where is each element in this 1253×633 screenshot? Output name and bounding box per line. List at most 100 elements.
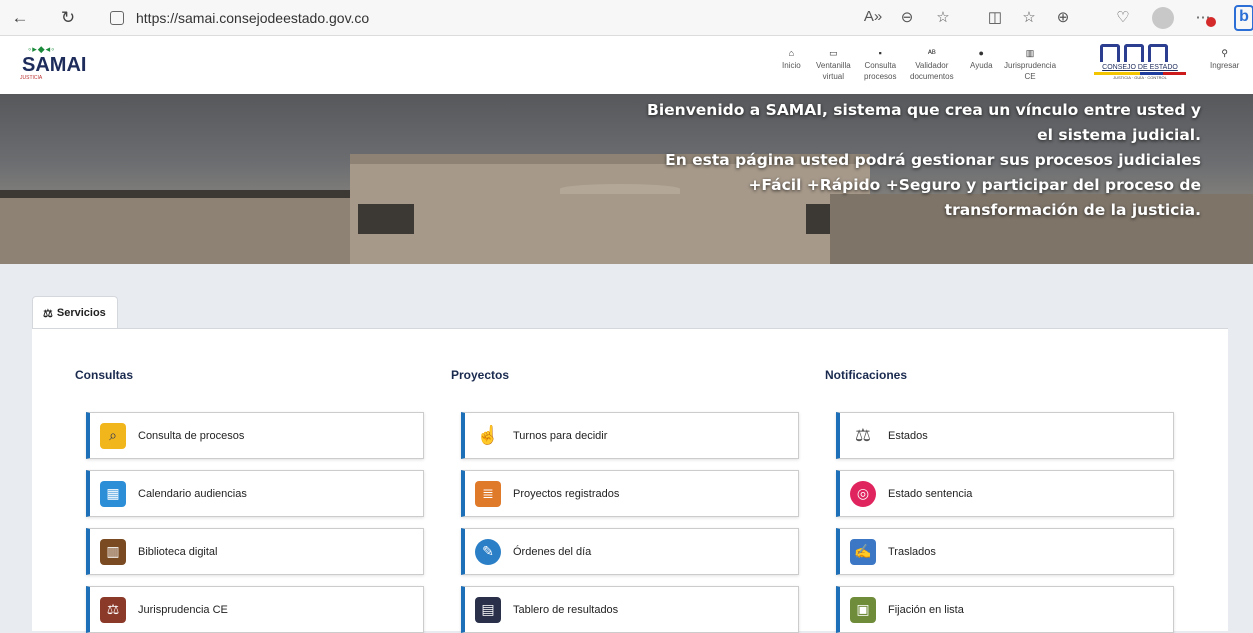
hero-line: +Fácil +Rápido +Seguro y participar del …: [748, 176, 1201, 194]
hero-welcome-text: Bienvenido a SAMAI, sistema que crea un …: [601, 98, 1201, 223]
home-icon: ⌂: [788, 48, 795, 58]
url-text: https://samai.consejodeestado.gov.co: [136, 10, 370, 26]
hero-line: el sistema judicial.: [1037, 126, 1201, 144]
nav-jurisprudencia[interactable]: ▥ Jurisprudencia CE: [1004, 48, 1056, 82]
read-aloud-icon[interactable]: A»: [862, 8, 884, 25]
nav-label-2: procesos: [864, 72, 897, 81]
column-title-proyectos: Proyectos: [451, 368, 510, 382]
browser-toolbar: ← ↻ https://samai.consejodeestado.gov.co…: [0, 0, 1253, 36]
card-label: Tablero de resultados: [513, 603, 619, 616]
nav-validador[interactable]: ᴬᴮ Validador documentos: [910, 48, 954, 82]
target-icon: ◎: [850, 480, 876, 507]
hero-line: Bienvenido a SAMAI, sistema que crea un …: [647, 101, 1201, 119]
service-card-biblioteca[interactable]: ▥ Biblioteca digital: [86, 528, 424, 575]
bookshelf-icon: ▥: [100, 538, 126, 565]
bing-icon[interactable]: b: [1234, 5, 1253, 31]
books-icon: ▥: [1025, 48, 1035, 58]
service-card-calendario[interactable]: ▦ Calendario audiencias: [86, 470, 424, 517]
service-card-estados[interactable]: ⚖ Estados: [836, 412, 1174, 459]
nav-label: Validador: [915, 61, 949, 70]
favorites-icon[interactable]: ☆: [1018, 8, 1040, 26]
nav-label-2: documentos: [910, 72, 954, 81]
building-window: [358, 204, 414, 234]
nav-label-2: virtual: [822, 72, 845, 81]
card-label: Proyectos registrados: [513, 487, 620, 500]
zoom-icon[interactable]: ⊖: [896, 8, 918, 26]
tab-servicios[interactable]: ⚖ Servicios: [32, 296, 118, 329]
notification-badge: [1206, 17, 1216, 27]
user-login-icon: ⚲: [1221, 48, 1228, 58]
hero-line: En esta página usted podrá gestionar sus…: [665, 151, 1201, 169]
calendar-icon: ▦: [100, 480, 126, 507]
hand-pointer-icon: ☝: [476, 425, 500, 445]
card-label: Estado sentencia: [888, 487, 973, 500]
folder-icon: ▪: [878, 48, 882, 58]
card-label: Consulta de procesos: [138, 429, 245, 442]
ce-logo-tag: JUSTICIA · GUÍA · CONTROL: [1113, 75, 1167, 80]
transfer-document-icon: ✍: [850, 538, 876, 565]
ce-logo-text: CONSEJO DE ESTADO: [1102, 64, 1178, 71]
nav-inicio[interactable]: ⌂ Inicio: [782, 48, 801, 71]
board-list-icon: ▣: [850, 596, 876, 623]
card-label: Órdenes del día: [513, 545, 592, 558]
service-card-traslados[interactable]: ✍ Traslados: [836, 528, 1174, 575]
consejo-estado-logo[interactable]: CONSEJO DE ESTADO JUSTICIA · GUÍA · CONT…: [1094, 44, 1186, 84]
card-label: Biblioteca digital: [138, 545, 218, 558]
nav-ventanilla[interactable]: ▭ Ventanilla virtual: [816, 48, 851, 82]
checklist-icon: ✎: [475, 538, 501, 565]
tab-label: Servicios: [56, 307, 106, 319]
split-screen-icon[interactable]: ◫: [984, 8, 1006, 26]
search-folder-icon: ⌕: [100, 422, 126, 449]
column-title-notificaciones: Notificaciones: [825, 368, 908, 382]
login-link[interactable]: ⚲ Ingresar: [1210, 48, 1239, 71]
nav-label: Consulta: [864, 61, 897, 70]
card-label: Jurisprudencia CE: [138, 603, 228, 616]
dashboard-icon: ▤: [475, 596, 501, 623]
nav-label: Inicio: [782, 61, 801, 70]
hero-line: transformación de la justicia.: [944, 201, 1201, 219]
service-card-proyectos-registrados[interactable]: ≣ Proyectos registrados: [461, 470, 799, 517]
profile-avatar[interactable]: [1152, 7, 1174, 29]
nav-label: Jurisprudencia: [1004, 61, 1057, 70]
site-header: ◦▸◆◂◦ SAMAI JUSTICIA ⌂ Inicio ▭ Ventanil…: [0, 36, 1253, 94]
nav-label: Ayuda: [970, 61, 993, 70]
lock-icon: [110, 11, 124, 25]
document-list-icon: ≣: [475, 480, 501, 507]
collections-icon-2[interactable]: ⊕: [1052, 8, 1074, 26]
arches-icon: [1100, 44, 1186, 62]
law-book-icon: ⚖: [100, 596, 126, 623]
hero-banner: Bienvenido a SAMAI, sistema que crea un …: [0, 94, 1253, 264]
validator-icon: ᴬᴮ: [927, 48, 936, 58]
service-card-tablero[interactable]: ▤ Tablero de resultados: [461, 586, 799, 633]
service-card-estado-sentencia[interactable]: ◎ Estado sentencia: [836, 470, 1174, 517]
card-label: Turnos para decidir: [513, 429, 608, 442]
back-icon[interactable]: ←: [8, 6, 32, 30]
card-label: Estados: [888, 429, 928, 442]
health-icon[interactable]: ♡: [1112, 8, 1134, 26]
address-bar[interactable]: https://samai.consejodeestado.gov.co: [96, 4, 856, 32]
nav-ayuda[interactable]: ● Ayuda: [970, 48, 993, 71]
service-card-turnos[interactable]: ☝ Turnos para decidir: [461, 412, 799, 459]
logo-text: SAMAI: [22, 54, 87, 76]
login-label: Ingresar: [1210, 61, 1240, 70]
arch-shape: [1124, 44, 1144, 62]
nav-label-2: CE: [1024, 72, 1036, 81]
scales-icon: ⚖: [43, 307, 53, 320]
nav-label: Ventanilla: [816, 61, 851, 70]
nav-consulta[interactable]: ▪ Consulta procesos: [864, 48, 896, 82]
help-icon: ●: [978, 48, 984, 58]
arch-shape: [1148, 44, 1168, 62]
favorite-star-icon[interactable]: ☆: [932, 8, 954, 26]
card-label: Traslados: [888, 545, 936, 558]
service-card-ordenes[interactable]: ✎ Órdenes del día: [461, 528, 799, 575]
service-card-fijacion[interactable]: ▣ Fijación en lista: [836, 586, 1174, 633]
window-icon: ▭: [829, 48, 838, 58]
column-title-consultas: Consultas: [75, 368, 134, 382]
samai-logo[interactable]: ◦▸◆◂◦ SAMAI JUSTICIA: [14, 44, 94, 90]
service-card-jurisprudencia[interactable]: ⚖ Jurisprudencia CE: [86, 586, 424, 633]
service-card-consulta-procesos[interactable]: ⌕ Consulta de procesos: [86, 412, 424, 459]
card-label: Fijación en lista: [888, 603, 964, 616]
arch-shape: [1100, 44, 1120, 62]
justice-scale-icon: ⚖: [854, 425, 872, 445]
refresh-icon[interactable]: ↻: [56, 6, 80, 30]
